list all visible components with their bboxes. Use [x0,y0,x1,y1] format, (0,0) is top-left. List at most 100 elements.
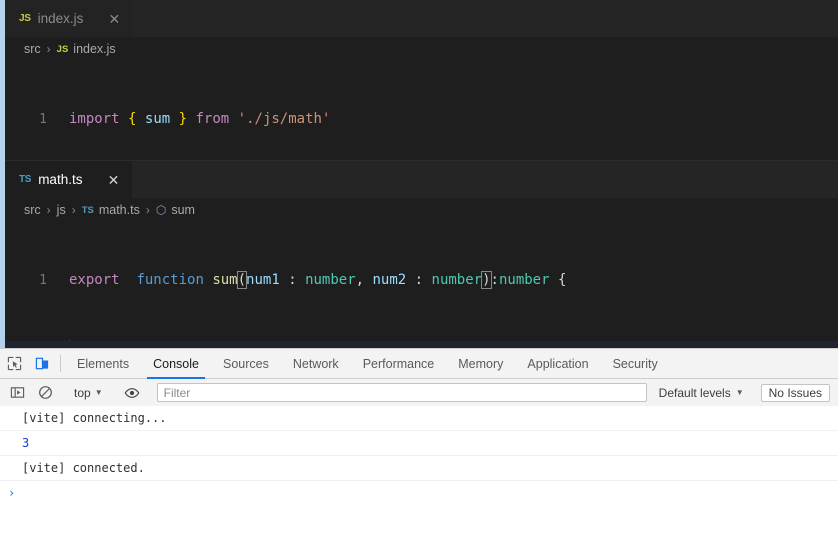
devtools-tabbar: Elements Console Sources Network Perform… [0,349,838,379]
token-export: export [69,272,120,288]
eye-glyph [124,387,140,398]
token-space2 [136,111,144,127]
close-icon[interactable]: ✕ [106,11,122,27]
device-toolbar-icon[interactable] [28,349,56,378]
prompt-caret-icon: › [8,486,16,500]
chevron-right-icon: › [46,203,51,217]
console-filter-input[interactable]: Filter [156,383,647,402]
clear-console-icon[interactable] [31,385,59,400]
line-number: 1 [39,273,47,288]
breadcrumb-label: src [24,42,41,56]
token-brace-open: { [549,272,567,288]
device-toolbar-glyph [35,357,48,370]
breadcrumb-item-math-ts[interactable]: TS math.ts [82,203,140,217]
token-colon2: : [406,272,432,288]
token-return-colon: : [490,272,499,288]
tab-application[interactable]: Application [515,349,600,378]
breadcrumb-label: js [56,203,66,217]
chevron-right-icon: › [71,203,76,217]
token-return-type: number [498,272,550,288]
token-comma: , [355,272,373,288]
code-line-text: import { sum } from './js/math' [47,108,330,132]
tab-console[interactable]: Console [141,349,211,379]
line-number: 1 [39,112,47,127]
editor-pane-index-js: JS index.js ✕ src › JS index.js 1 import… [5,0,838,160]
code-area-math-ts[interactable]: 1 export function sum(num1 : number, num… [5,222,838,349]
issues-label: No Issues [768,385,822,400]
breadcrumb-math-ts: src › js › TS math.ts › ⬡ sum [5,198,838,222]
tab-label: Network [292,356,339,371]
console-sidebar-glyph [10,387,24,398]
console-context-selector[interactable]: top ▼ [68,386,109,400]
tab-label: Console [153,356,199,371]
console-sidebar-icon[interactable] [3,385,31,400]
console-message-list: [vite] connecting... 3 [vite] connected.… [0,406,838,537]
tabbar-empty-space-bottom [132,161,838,198]
clear-console-glyph [38,386,52,399]
tab-network[interactable]: Network [281,349,351,378]
chevron-right-icon: › [145,203,150,217]
ts-file-icon: TS [19,174,32,185]
token-from: from [195,111,230,127]
tab-memory[interactable]: Memory [446,349,515,378]
breadcrumb-index-js: src › JS index.js [5,37,838,61]
tab-security[interactable]: Security [601,349,670,378]
code-line: 1 import { sum } from './js/math' [5,108,838,132]
tab-label: Memory [458,356,504,371]
inspect-element-icon[interactable] [0,349,28,378]
token-module-path: './js/math' [237,111,331,127]
console-message: [vite] connecting... [0,406,838,431]
console-toolbar: top ▼ Filter Default levels ▼ No Issues [0,379,838,407]
token-space5 [229,111,237,127]
breadcrumb-label: src [24,203,41,217]
symbol-method-icon: ⬡ [155,203,167,217]
breadcrumb-item-js[interactable]: js [57,203,66,217]
code-area-index-js[interactable]: 1 import { sum } from './js/math' 2 3 co… [5,61,838,160]
tab-label: Elements [77,356,130,371]
editor-tab-index-js[interactable]: JS index.js ✕ [5,0,134,37]
token-import: import [69,111,120,127]
editor-tab-label: math.ts [38,172,83,187]
token-brace-close: } [178,111,188,127]
token-param-num2: num2 [372,272,407,288]
issues-button[interactable]: No Issues [760,383,830,402]
tab-label: Sources [222,356,269,371]
tab-label: Application [527,356,589,371]
token-function: function [136,272,204,288]
breadcrumb-label: math.ts [98,203,140,217]
tab-label: Performance [362,356,435,371]
js-file-icon: JS [56,43,69,55]
breadcrumb-item-symbol-sum[interactable]: ⬡ sum [156,203,195,217]
breadcrumb-item-index-js[interactable]: JS index.js [57,42,116,56]
token-type-number2: number [431,272,483,288]
ts-file-icon: TS [81,204,94,216]
editor-tab-math-ts[interactable]: TS math.ts ✕ [5,161,133,198]
breadcrumb-item-src[interactable]: src [24,203,41,217]
chevron-down-icon: ▼ [735,388,744,397]
console-message: [vite] connected. [0,456,838,481]
token-paren-close-matched: ) [481,271,492,289]
context-label: top [74,385,91,400]
breadcrumb-label: index.js [73,42,116,56]
toolbar-divider [60,355,61,372]
editor-tabbar-top: JS index.js ✕ [5,0,838,37]
token-type-number1: number [305,272,356,288]
editor-tabbar-bottom: TS math.ts ✕ [5,161,838,198]
token-space4 [187,111,195,127]
code-line-text: export function sum(num1 : number, num2 … [47,269,566,293]
chevron-down-icon: ▼ [94,388,103,397]
close-icon[interactable]: ✕ [105,172,121,188]
live-expression-eye-icon[interactable] [118,385,146,401]
tab-sources[interactable]: Sources [211,349,281,378]
console-message: 3 [0,431,838,456]
tabbar-empty-space-top [133,0,838,37]
log-levels-dropdown[interactable]: Default levels ▼ [651,386,752,400]
tab-elements[interactable]: Elements [65,349,141,378]
editor-pane-math-ts: TS math.ts ✕ src › js › TS math.ts › ⬡ s… [5,160,838,349]
token-colon1: : [279,272,306,288]
token-function-name: sum [212,272,238,288]
levels-label: Default levels [658,385,731,400]
console-prompt[interactable]: › [0,481,838,500]
breadcrumb-item-src[interactable]: src [24,42,41,56]
tab-performance[interactable]: Performance [351,349,447,378]
